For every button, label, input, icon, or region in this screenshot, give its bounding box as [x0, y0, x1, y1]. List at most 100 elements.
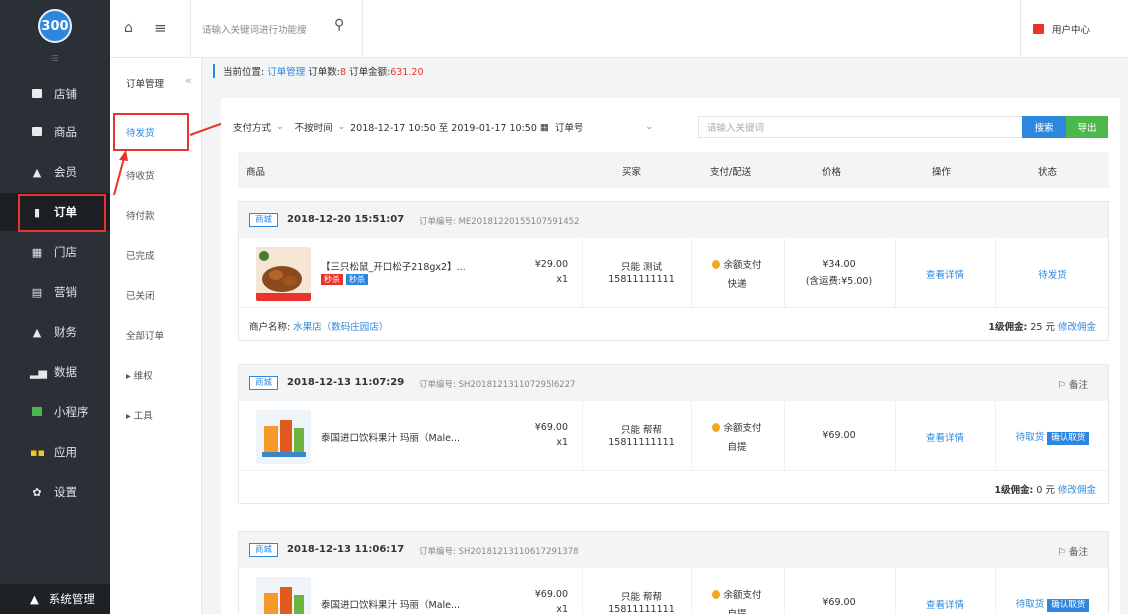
view-details-link[interactable]: 查看详情 [895, 267, 995, 281]
order-row: 泰国进口饮料果汁 玛丽（Male... ¥69.00 x1 只能 帮帮 1581… [239, 401, 1108, 471]
menu-icon[interactable]: ≡ [154, 19, 167, 37]
field-select[interactable]: 订单号 ⌄ [555, 120, 658, 134]
divider [190, 0, 191, 58]
col-product: 商品 [246, 167, 266, 178]
subnav-item-rights[interactable]: ▸ 维权 [126, 368, 153, 382]
chevron-down-icon: ⌄ [337, 122, 346, 132]
sidebar-item-miniprogram[interactable]: 小程序 [0, 393, 110, 431]
order-total: ¥69.00 [822, 597, 856, 608]
finance-icon: ▲ [32, 325, 42, 339]
export-button[interactable]: 导出 [1066, 116, 1108, 138]
remark-button[interactable]: ⚐ 备注 [1057, 544, 1088, 558]
order-number: 订单编号: ME20181220155107591452 [419, 217, 580, 227]
product-thumbnail [256, 247, 311, 301]
app-logo[interactable]: 300 [38, 9, 72, 43]
sidebar-item-store[interactable]: 店铺 [0, 75, 110, 113]
table-header: 商品 买家 支付/配送 价格 操作 状态 [238, 152, 1109, 188]
payment-method: 余额支付 [691, 420, 783, 434]
confirm-pickup-button[interactable]: 确认取货 [1047, 432, 1090, 445]
balance-icon [712, 590, 721, 599]
remark-button[interactable]: ⚐ 备注 [1057, 377, 1088, 391]
sidebar-item-marketing[interactable]: ▤ 营销 [0, 273, 110, 311]
collapse-icon[interactable]: ·☰ [49, 54, 59, 63]
subnav-item-tools[interactable]: ▸ 工具 [126, 408, 153, 422]
user-center-icon [1032, 24, 1044, 34]
subnav-item-to-pay[interactable]: 待付款 [126, 208, 155, 222]
order-number: 订单编号: SH20181213110617291378 [419, 547, 579, 557]
buyer-name: 只能 测试 [620, 262, 663, 273]
order-time: 2018-12-20 15:51:07 [287, 214, 405, 225]
shop-icon: ▦ [31, 245, 43, 259]
sidebar-item-finance[interactable]: ▲ 财务 [0, 313, 110, 351]
system-management[interactable]: ▲ 系统管理 [0, 584, 110, 614]
breadcrumb: 当前位置: 订单管理 订单数:8 订单金额:631.20 [213, 64, 424, 78]
view-details-link[interactable]: 查看详情 [895, 430, 995, 444]
sidebar-item-order[interactable]: ▮ 订单 [0, 193, 110, 231]
product-image[interactable] [256, 247, 311, 301]
unit-price: ¥29.00 [534, 259, 568, 270]
date-range-picker[interactable]: 2018-12-17 10:50 至 2019-01-17 10:50 ▦ [350, 120, 549, 135]
home-icon[interactable]: ⌂ [124, 20, 133, 36]
collapse-left-icon[interactable]: « [185, 74, 192, 87]
order-header: 商城 2018-12-13 11:07:29 订单编号: SH201812131… [239, 365, 1108, 401]
buyer-phone: 15811111111 [608, 274, 675, 285]
search-button[interactable]: 搜索 [1022, 116, 1066, 138]
breadcrumb-link[interactable]: 订单管理 [267, 67, 305, 78]
product-name[interactable]: 【三只松鼠_开口松子218gx2】... [321, 259, 466, 273]
subnav-item-all[interactable]: 全部订单 [126, 328, 164, 342]
divider [1020, 0, 1021, 58]
sidebar-item-apps[interactable]: ▪▪ 应用 [0, 433, 110, 471]
order-status: 待取货 确认取货 [996, 429, 1109, 445]
order-amount: 631.20 [390, 67, 424, 78]
subnav-item-completed[interactable]: 已完成 [126, 248, 155, 262]
view-details-link[interactable]: 查看详情 [895, 597, 995, 611]
edit-commission-link[interactable]: 修改佣金 [1058, 322, 1096, 333]
order-status: 待发货 [1038, 270, 1067, 281]
payment-select[interactable]: 支付方式 ⌄ [233, 120, 289, 134]
order-time: 2018-12-13 11:06:17 [287, 544, 405, 555]
subnav-item-closed[interactable]: 已关闭 [126, 288, 155, 302]
settings-icon: ✿ [32, 485, 42, 499]
product-name[interactable]: 泰国进口饮料果汁 玛丽（Male... [321, 597, 460, 611]
sidebar-item-member[interactable]: ▲ 会员 [0, 153, 110, 191]
apps-icon: ▪▪ [30, 445, 45, 459]
merchant-link[interactable]: 水果店（数码庄园店） [293, 322, 388, 333]
sidebar-item-product[interactable]: 商品 [0, 113, 110, 151]
buyer-phone: 15811111111 [608, 604, 675, 614]
order-total: ¥69.00 [822, 430, 856, 441]
product-name[interactable]: 泰国进口饮料果汁 玛丽（Male... [321, 430, 460, 444]
order-card: 商城 2018-12-13 11:07:29 订单编号: SH201812131… [238, 364, 1109, 504]
flash-sale-badge: 秒杀 [346, 274, 368, 285]
sidebar-item-settings[interactable]: ✿ 设置 [0, 473, 110, 511]
order-status: 待取货 确认取货 [996, 596, 1109, 612]
confirm-pickup-button[interactable]: 确认取货 [1047, 599, 1090, 612]
col-price: 价格 [822, 167, 842, 178]
search-icon[interactable]: ⚲ [334, 17, 344, 33]
time-mode-select[interactable]: 不按时间 ⌄ [295, 120, 351, 134]
source-tag: 商城 [249, 376, 279, 390]
subnav-item-to-receive[interactable]: 待收货 [126, 168, 155, 182]
chevron-down-icon: ⌄ [645, 122, 653, 132]
product-image[interactable] [256, 577, 311, 614]
divider [582, 568, 583, 614]
calendar-icon: ▦ [539, 121, 549, 133]
user-center-link[interactable]: 用户中心 [1032, 22, 1090, 36]
function-search-input[interactable]: 请输入关键词进行功能搜 [202, 22, 307, 36]
unit-price: ¥69.00 [534, 422, 568, 433]
main-sidebar: 300 ·☰ 店铺 商品 ▲ 会员 ▮ 订单 ▦ 门店 ▤ 营销 ▲ 财务 ▂▅ 数据 小程… [0, 0, 110, 614]
sidebar-item-data[interactable]: ▂▅ 数据 [0, 353, 110, 391]
order-row: 泰国进口饮料果汁 玛丽（Male... ¥69.00 x1 只能 帮帮 1581… [239, 568, 1108, 614]
edit-commission-link[interactable]: 修改佣金 [1058, 485, 1096, 496]
sidebar-item-shop[interactable]: ▦ 门店 [0, 233, 110, 271]
product-badges: 秒杀 秒杀 [321, 274, 371, 285]
product-image[interactable] [256, 410, 311, 464]
unit-price: ¥69.00 [534, 589, 568, 600]
col-status: 状态 [1038, 167, 1058, 178]
admin-icon: ▲ [30, 592, 39, 606]
subnav-item-to-ship[interactable]: 待发货 [126, 125, 155, 139]
keyword-input[interactable]: 请输入关键词 [698, 116, 1028, 138]
payment-method: 余额支付 [691, 257, 783, 271]
order-footer: 1级佣金: 0 元 修改佣金 [239, 471, 1108, 503]
divider [691, 238, 692, 308]
divider [362, 0, 363, 58]
